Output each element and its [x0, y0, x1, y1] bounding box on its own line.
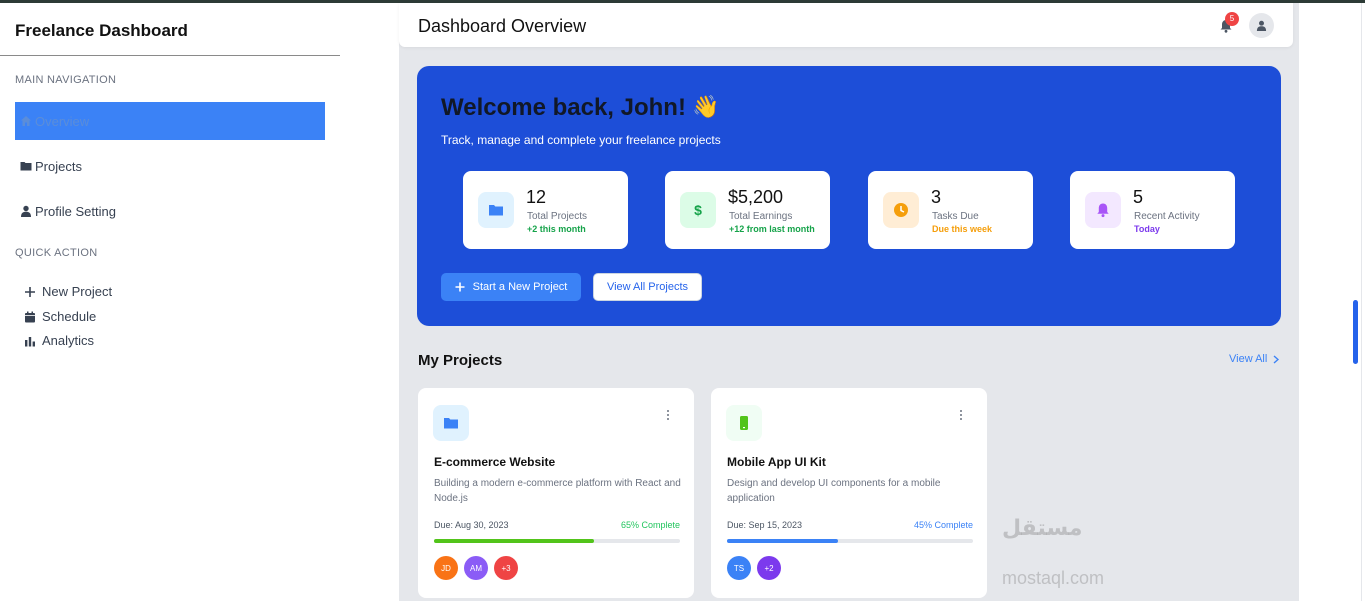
progress-fill	[727, 539, 838, 543]
svg-text:$: $	[694, 202, 702, 218]
folder-icon	[489, 205, 503, 216]
main-content: Dashboard Overview 5 Welcome back, John!…	[399, 3, 1299, 601]
chevron-right-icon	[1273, 354, 1280, 364]
view-all-link[interactable]: View All	[1229, 353, 1280, 365]
folder-icon	[444, 418, 458, 429]
view-all-label: View All	[1229, 353, 1268, 365]
user-icon	[21, 205, 31, 217]
folder-icon	[20, 162, 32, 171]
welcome-title: Welcome back, John!	[441, 94, 686, 121]
plus-icon	[25, 286, 35, 297]
project-icon-box	[726, 405, 762, 441]
watermark-logo: مستقل	[1002, 515, 1083, 540]
sidebar-item-overview[interactable]: Overview	[15, 102, 325, 140]
quick-action-new-project[interactable]: New Project	[24, 284, 112, 299]
stat-card-total-earnings: $ $5,200 Total Earnings +12 from last mo…	[665, 171, 830, 249]
project-icon-box	[433, 405, 469, 441]
sidebar: Freelance Dashboard MAIN NAVIGATION Over…	[0, 3, 340, 601]
stat-icon-box	[883, 192, 919, 228]
clock-icon	[894, 203, 908, 217]
stat-card-tasks-due: 3 Tasks Due Due this week	[868, 171, 1033, 249]
home-icon	[21, 116, 31, 126]
more-options-icon[interactable]	[955, 408, 967, 422]
divider	[0, 55, 340, 56]
scrollbar-track	[1361, 3, 1362, 601]
avatar[interactable]: +2	[757, 556, 781, 580]
stat-value: $5,200	[728, 187, 784, 207]
more-options-icon[interactable]	[662, 408, 674, 422]
project-completion: 65% Complete	[620, 520, 680, 530]
project-due-date: Due: Aug 30, 2023	[434, 520, 509, 530]
stat-value: 3	[931, 187, 942, 207]
project-due-date: Due: Sep 15, 2023	[727, 520, 803, 530]
avatar[interactable]: +3	[494, 556, 518, 580]
stat-value: 5	[1133, 187, 1144, 207]
project-description: Building a modern e-commerce platform wi…	[434, 478, 681, 504]
brand-title: Freelance Dashboard	[15, 21, 188, 40]
user-icon	[1256, 20, 1267, 31]
stat-card-total-projects: 12 Total Projects +2 this month	[463, 171, 628, 249]
project-card-mobile-app[interactable]: Mobile App UI Kit Design and develop UI …	[711, 388, 987, 598]
project-card-ecommerce[interactable]: E-commerce Website Building a modern e-c…	[418, 388, 694, 598]
stat-label: Recent Activity	[1134, 211, 1200, 222]
sidebar-item-projects[interactable]: Projects	[15, 147, 325, 185]
progress-bar	[434, 539, 680, 543]
scrollbar-thumb[interactable]	[1353, 300, 1358, 364]
welcome-banner: Welcome back, John! 👋 Track, manage and …	[417, 66, 1281, 326]
avatar[interactable]: AM	[464, 556, 488, 580]
top-bar: Dashboard Overview 5	[399, 3, 1293, 47]
sidebar-item-label: Projects	[35, 158, 82, 174]
avatar[interactable]: JD	[434, 556, 458, 580]
sidebar-item-label: Profile Setting	[35, 203, 116, 219]
sidebar-item-profile-setting[interactable]: Profile Setting	[15, 192, 325, 230]
user-menu-button[interactable]	[1249, 13, 1274, 38]
team-avatars: TS +2	[727, 556, 781, 580]
mobile-icon	[740, 416, 748, 430]
stat-change: Today	[1134, 224, 1160, 234]
stat-label: Tasks Due	[932, 211, 979, 222]
stat-change: +2 this month	[527, 224, 586, 234]
project-title: E-commerce Website	[434, 455, 556, 469]
project-title: Mobile App UI Kit	[727, 455, 826, 469]
stat-card-recent-activity: 5 Recent Activity Today	[1070, 171, 1235, 249]
project-completion: 45% Complete	[913, 520, 973, 530]
stat-label: Total Projects	[527, 211, 588, 222]
button-label: Start a New Project	[472, 281, 568, 293]
calendar-icon	[25, 311, 35, 322]
stat-change: +12 from last month	[729, 224, 815, 234]
my-projects-heading: My Projects	[418, 352, 503, 369]
bell-icon	[1097, 203, 1109, 218]
progress-fill	[434, 539, 594, 543]
sidebar-item-label: Overview	[35, 113, 90, 129]
stat-icon-box	[478, 192, 514, 228]
project-description: Design and develop UI components for a m…	[727, 478, 941, 504]
avatar[interactable]: TS	[727, 556, 751, 580]
start-new-project-button[interactable]: Start a New Project	[441, 273, 581, 301]
notification-badge: 5	[1225, 12, 1239, 26]
stat-icon-box: $	[680, 192, 716, 228]
quick-action-analytics[interactable]: Analytics	[24, 333, 94, 348]
stat-value: 12	[526, 187, 547, 207]
waving-hand-icon: 👋	[692, 94, 720, 119]
bar-chart-icon	[25, 336, 35, 346]
plus-icon	[455, 282, 465, 292]
progress-bar	[727, 539, 973, 543]
watermark-text: mostaql.com	[1002, 568, 1105, 588]
page-title: Dashboard Overview	[418, 16, 587, 36]
welcome-subtitle: Track, manage and complete your freelanc…	[441, 133, 721, 147]
main-navigation-label: MAIN NAVIGATION	[15, 74, 117, 86]
stat-icon-box	[1085, 192, 1121, 228]
quick-action-label-text: Analytics	[42, 333, 95, 348]
quick-action-label-text: New Project	[42, 284, 113, 299]
dollar-icon: $	[694, 202, 702, 218]
stat-change: Due this week	[932, 224, 993, 234]
stat-label: Total Earnings	[729, 211, 793, 222]
view-all-projects-button[interactable]: View All Projects	[593, 273, 702, 301]
quick-action-schedule[interactable]: Schedule	[24, 309, 96, 324]
quick-action-label-text: Schedule	[42, 309, 97, 324]
quick-action-label: QUICK ACTION	[15, 247, 98, 259]
team-avatars: JD AM +3	[434, 556, 518, 580]
